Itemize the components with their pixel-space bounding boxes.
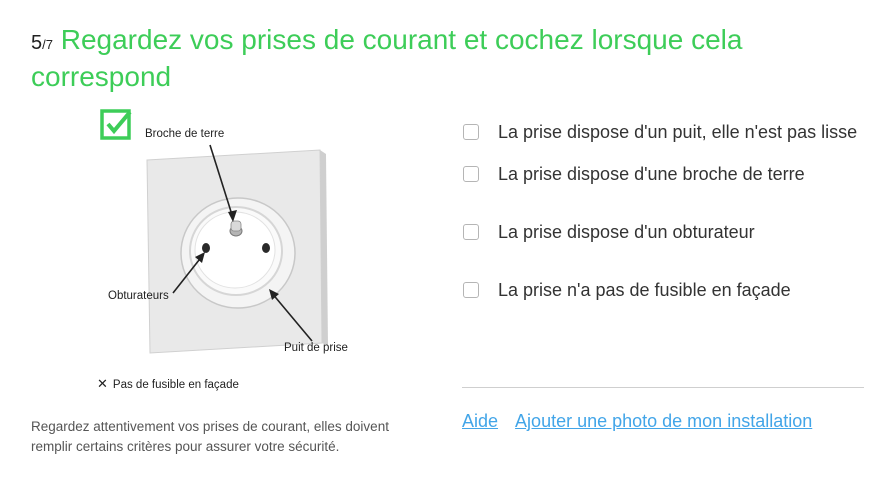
option-label: La prise n'a pas de fusible en façade	[498, 280, 791, 300]
description-text: Regardez attentivement vos prises de cou…	[31, 419, 389, 454]
socket-drawing	[146, 144, 328, 354]
checkbox[interactable]	[463, 224, 479, 240]
label-earth-pin: Broche de terre	[145, 128, 225, 140]
divider	[462, 387, 864, 388]
option-label: La prise dispose d'une broche de terre	[498, 164, 805, 184]
option-label: La prise dispose d'un obturateur	[498, 222, 755, 242]
option-earth-pin[interactable]: La prise dispose d'une broche de terre	[462, 160, 862, 188]
help-link[interactable]: Aide	[462, 411, 498, 431]
title-text: Regardez vos prises de courant et cochez…	[31, 24, 743, 92]
label-shutters: Obturateurs	[108, 290, 169, 302]
checkbox[interactable]	[463, 124, 479, 140]
step-total: /7	[42, 37, 53, 52]
checked-box-icon	[100, 109, 132, 140]
add-photo-link[interactable]: Ajouter une photo de mon installation	[515, 411, 812, 431]
caption-text: Pas de fusible en façade	[112, 379, 239, 391]
step-current: 5	[31, 32, 43, 54]
checkbox[interactable]	[463, 166, 479, 182]
option-no-fuse[interactable]: La prise n'a pas de fusible en façade	[462, 276, 862, 304]
close-icon: ✕	[97, 376, 108, 391]
socket-illustration: Broche de terre Obturateurs Puit de pris…	[97, 108, 390, 398]
options-list: La prise dispose d'un puit, elle n'est p…	[462, 118, 862, 304]
step-indicator: 5/7	[31, 32, 53, 54]
option-shutter[interactable]: La prise dispose d'un obturateur	[462, 218, 862, 246]
figure-caption: ✕ Pas de fusible en façade	[97, 376, 239, 392]
page-title: 5/7 Regardez vos prises de courant et co…	[31, 24, 861, 93]
label-socket-well: Puit de prise	[284, 342, 348, 354]
checkbox[interactable]	[463, 282, 479, 298]
footer-links: Aide Ajouter une photo de mon installati…	[462, 411, 825, 432]
option-well[interactable]: La prise dispose d'un puit, elle n'est p…	[462, 118, 862, 146]
option-label: La prise dispose d'un puit, elle n'est p…	[498, 122, 858, 142]
